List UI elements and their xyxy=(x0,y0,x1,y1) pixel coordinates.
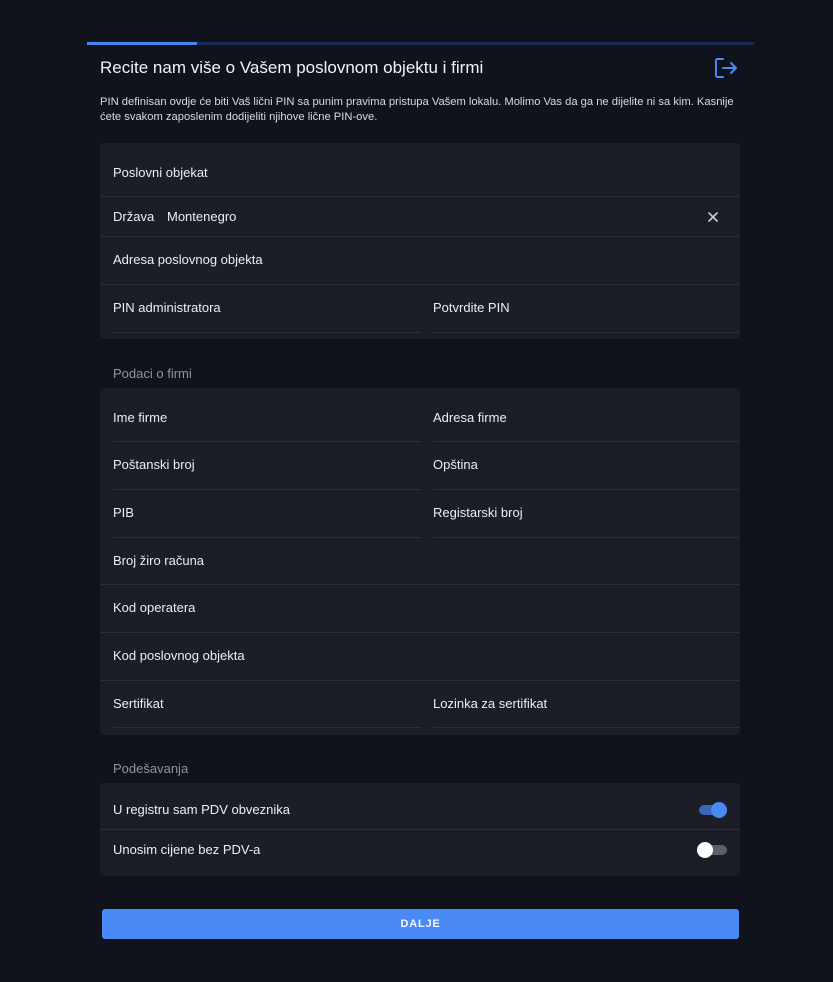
clear-icon[interactable] xyxy=(707,210,719,222)
vat-registered-label: U registru sam PDV obveznika xyxy=(113,802,291,817)
admin-pin-field[interactable]: PIN administratora xyxy=(113,300,221,315)
divider xyxy=(100,196,740,197)
certificate-field[interactable]: Sertifikat xyxy=(113,696,164,711)
logout-icon[interactable] xyxy=(713,56,739,80)
divider xyxy=(100,829,740,830)
next-button[interactable]: DALJE xyxy=(102,909,739,939)
company-section-title: Podaci o firmi xyxy=(113,366,192,381)
divider xyxy=(100,680,740,681)
registry-number-field[interactable]: Registarski broj xyxy=(433,505,523,520)
prices-without-vat-label: Unosim cijene bez PDV-a xyxy=(113,842,261,857)
settings-card: U registru sam PDV obveznika Unosim cije… xyxy=(100,783,740,876)
municipality-field[interactable]: Opština xyxy=(433,457,478,472)
country-select[interactable]: Montenegro xyxy=(167,209,236,224)
country-label: Država xyxy=(113,209,155,224)
divider xyxy=(113,489,421,490)
company-card: Ime firme Adresa firme Poštanski broj Op… xyxy=(100,388,740,735)
divider xyxy=(433,332,740,333)
page-description: PIN definisan ovdje će biti Vaš lični PI… xyxy=(100,96,734,123)
progress-bar xyxy=(87,42,754,45)
divider xyxy=(113,727,421,728)
business-address-field[interactable]: Adresa poslovnog objekta xyxy=(113,252,263,267)
certificate-password-field[interactable]: Lozinka za sertifikat xyxy=(433,696,547,711)
settings-section-title: Podešavanja xyxy=(113,761,189,776)
bank-account-field[interactable]: Broj žiro računa xyxy=(113,553,204,568)
toggle-knob xyxy=(711,802,727,818)
divider xyxy=(433,537,740,538)
company-address-field[interactable]: Adresa firme xyxy=(433,410,507,425)
page: Recite nam više o Vašem poslovnom objekt… xyxy=(0,0,833,982)
business-unit-code-field[interactable]: Kod poslovnog objekta xyxy=(113,648,245,663)
prices-without-vat-toggle[interactable] xyxy=(697,841,727,858)
pib-field[interactable]: PIB xyxy=(113,505,134,520)
business-name-field[interactable]: Poslovni objekat xyxy=(113,165,208,180)
page-title: Recite nam više o Vašem poslovnom objekt… xyxy=(100,58,484,77)
progress-fill xyxy=(87,42,198,45)
postal-code-field[interactable]: Poštanski broj xyxy=(113,457,195,472)
divider xyxy=(433,489,740,490)
divider xyxy=(100,584,740,585)
operator-code-field[interactable]: Kod operatera xyxy=(113,600,195,615)
divider xyxy=(113,332,421,333)
company-name-field[interactable]: Ime firme xyxy=(113,410,167,425)
divider xyxy=(100,284,740,285)
divider xyxy=(100,632,740,633)
divider xyxy=(433,727,740,728)
divider xyxy=(113,441,421,442)
confirm-pin-field[interactable]: Potvrdite PIN xyxy=(433,300,510,315)
business-card: Poslovni objekat Država Montenegro Adres… xyxy=(100,143,740,339)
divider xyxy=(113,537,421,538)
divider xyxy=(100,236,740,237)
divider xyxy=(433,441,740,442)
toggle-knob xyxy=(697,842,713,858)
vat-registered-toggle[interactable] xyxy=(697,801,727,818)
